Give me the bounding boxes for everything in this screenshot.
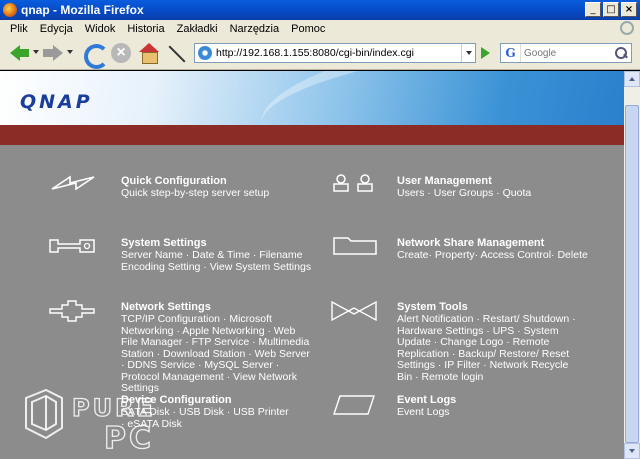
scroll-down-icon[interactable]	[624, 443, 640, 459]
system-settings-links[interactable]: Server Name · Date & Time · Filename Enc…	[121, 249, 313, 273]
site-identity-icon	[198, 46, 212, 60]
back-arrow-icon[interactable]	[8, 42, 30, 64]
reload-icon[interactable]	[82, 42, 109, 69]
menu-item-device-configuration[interactable]: Device Configuration SATA Disk · USB Dis…	[121, 394, 291, 430]
forward-history-dropdown-icon[interactable]	[67, 50, 73, 54]
menu-widok[interactable]: Widok	[79, 23, 122, 35]
firefox-icon	[3, 3, 17, 17]
menu-item-network-settings[interactable]: Network Settings TCP/IP Configuration · …	[121, 301, 311, 395]
menu-plik[interactable]: Plik	[4, 23, 34, 35]
quick-configuration-links[interactable]: Quick step-by-step server setup	[121, 187, 331, 200]
magnifier-icon[interactable]	[613, 45, 629, 61]
menu-item-system-tools[interactable]: System Tools Alert Notification · Restar…	[397, 301, 583, 383]
maximize-button[interactable]: □	[603, 2, 619, 17]
minimize-button[interactable]: _	[585, 2, 601, 17]
search-bar: G	[500, 43, 632, 63]
navigation-toolbar: http://192.168.1.155:8080/cgi-bin/index.…	[0, 37, 640, 70]
menu-zakladki[interactable]: Zakładki	[171, 23, 224, 35]
system-tools-icon[interactable]	[330, 300, 378, 322]
stop-icon[interactable]	[110, 42, 132, 64]
menu-pomoc[interactable]: Pomoc	[285, 23, 331, 35]
forward-arrow-icon[interactable]	[42, 42, 64, 64]
device-configuration-links[interactable]: SATA Disk · USB Disk · USB Printer · eSA…	[121, 406, 291, 430]
window-titlebar: qnap - Mozilla Firefox _ □ ×	[0, 0, 640, 20]
menu-item-network-share-management[interactable]: Network Share Management Create· Propert…	[397, 237, 607, 262]
event-logs-links[interactable]: Event Logs	[397, 406, 607, 419]
qnap-banner: QNAP	[0, 71, 624, 125]
menu-edycja[interactable]: Edycja	[34, 23, 79, 35]
network-share-management-links[interactable]: Create· Property· Access Control· Delete	[397, 249, 607, 262]
menu-bar: Plik Edycja Widok Historia Zakładki Narz…	[0, 20, 640, 37]
menu-historia[interactable]: Historia	[121, 23, 170, 35]
menu-narzedzia[interactable]: Narzędzia	[224, 23, 286, 35]
home-icon[interactable]	[138, 42, 160, 64]
url-dropdown-icon[interactable]	[461, 44, 475, 62]
menu-item-user-management[interactable]: User Management Users · User Groups · Qu…	[397, 175, 607, 200]
lightning-icon[interactable]	[50, 173, 98, 193]
network-settings-links[interactable]: TCP/IP Configuration · Microsoft Network…	[121, 313, 311, 395]
scroll-thumb[interactable]	[625, 105, 639, 443]
users-icon[interactable]	[332, 173, 376, 193]
header-red-bar	[0, 125, 624, 145]
url-text[interactable]: http://192.168.1.155:8080/cgi-bin/index.…	[216, 47, 461, 59]
search-engine-icon[interactable]: G	[501, 44, 521, 62]
search-input[interactable]	[521, 45, 613, 61]
go-arrow-icon[interactable]	[478, 44, 494, 62]
network-icon[interactable]	[48, 300, 96, 322]
qnap-logo: QNAP	[20, 91, 93, 113]
folder-icon[interactable]	[332, 236, 378, 256]
throbber-icon	[620, 21, 634, 35]
menu-item-system-settings[interactable]: System Settings Server Name · Date & Tim…	[121, 237, 313, 273]
system-settings-icon[interactable]	[48, 237, 96, 255]
resize-icon[interactable]	[166, 42, 188, 64]
vertical-scrollbar[interactable]	[624, 71, 640, 459]
menu-item-quick-configuration[interactable]: Quick Configuration Quick step-by-step s…	[121, 175, 331, 200]
window-title: qnap - Mozilla Firefox	[21, 3, 144, 17]
menu-item-event-logs[interactable]: Event Logs Event Logs	[397, 394, 607, 419]
system-tools-links[interactable]: Alert Notification · Restart/ Shutdown ·…	[397, 313, 583, 383]
event-log-icon[interactable]	[332, 394, 376, 416]
close-button[interactable]: ×	[621, 2, 637, 17]
window-controls: _ □ ×	[585, 2, 637, 17]
back-history-dropdown-icon[interactable]	[33, 50, 39, 54]
user-management-links[interactable]: Users · User Groups · Quota	[397, 187, 607, 200]
url-bar[interactable]: http://192.168.1.155:8080/cgi-bin/index.…	[194, 43, 476, 63]
page-content: QNAP Quick Configuration Quick step-by-s…	[0, 71, 624, 459]
scroll-up-icon[interactable]	[624, 71, 640, 87]
